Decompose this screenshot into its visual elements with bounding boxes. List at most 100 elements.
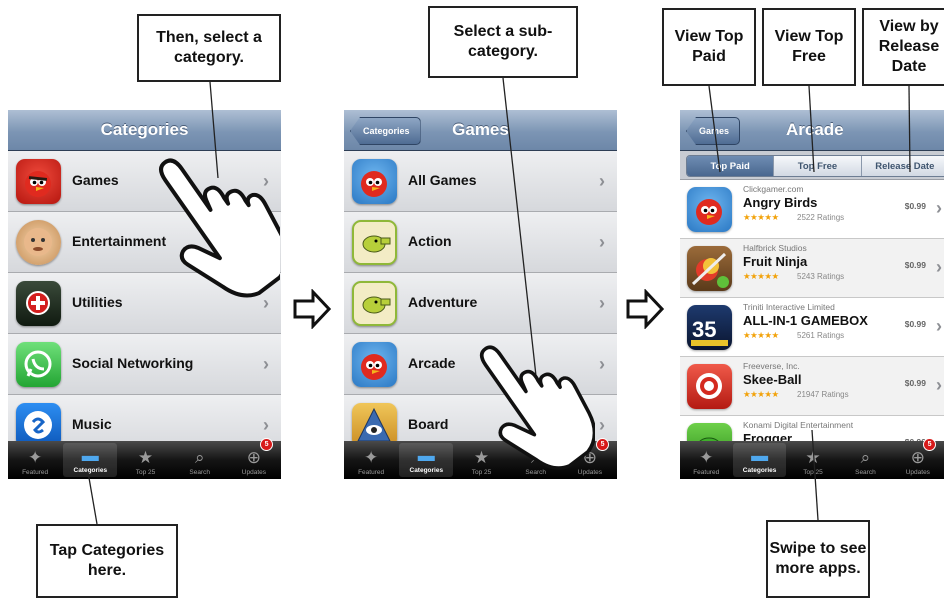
doodle-jump-icon	[352, 220, 397, 265]
skee-ball-app-icon	[687, 364, 732, 409]
pointing-hand-icon	[159, 158, 280, 298]
tab-label: Top 25	[803, 469, 823, 476]
chevron-right-icon: ›	[936, 198, 942, 218]
featured-icon: ✦	[27, 448, 43, 467]
tab-label: Categories	[409, 467, 444, 474]
screen-arcade: Games Arcade Top Paid Top Free Release D…	[680, 110, 944, 479]
updates-badge: 5	[260, 438, 274, 451]
segment-release-date[interactable]: Release Date	[861, 156, 944, 176]
tab-categories[interactable]: ▬ Categories	[399, 443, 454, 477]
tab-label: Search	[855, 469, 876, 476]
app-row-all-in-1-gamebox[interactable]: 35 Triniti Interactive Limited ALL-IN-1 …	[680, 298, 944, 357]
tab-label: Updates	[905, 469, 930, 476]
whatsapp-icon	[16, 342, 61, 387]
categories-tray-icon: ▬	[81, 446, 99, 465]
app-developer: Triniti Interactive Limited	[743, 302, 835, 312]
tab-label: Updates	[241, 469, 267, 476]
updates-badge: 5	[923, 438, 937, 451]
star-icon: ★	[805, 448, 821, 467]
category-row-social-networking[interactable]: Social Networking ›	[8, 334, 281, 395]
tab-featured[interactable]: ✦ Featured	[680, 441, 732, 479]
tab-label: Featured	[358, 469, 385, 476]
tab-updates[interactable]: ⊕ 5 Updates	[892, 438, 944, 479]
tab-bar: ✦ Featured ▬ Categories ★ Top 25 ⌕ Search ⊕5…	[8, 438, 281, 479]
featured-icon: ✦	[363, 448, 379, 467]
callout-select-category: Then, select a category.	[137, 14, 281, 82]
app-row-skee-ball[interactable]: Freeverse, Inc. Skee-Ball ★★★★★ 21947 Ra…	[680, 357, 944, 416]
tab-featured[interactable]: ✦ Featured	[8, 441, 62, 479]
app-price: $0.99	[904, 319, 926, 329]
app-developer: Freeverse, Inc.	[743, 361, 800, 371]
callout-view-top-paid: View Top Paid	[662, 8, 756, 86]
tab-categories[interactable]: ▬ Categories	[63, 443, 118, 477]
callout-select-subcategory: Select a sub-category.	[428, 6, 578, 78]
nav-title: Games	[452, 120, 509, 139]
row-label: Music	[72, 416, 112, 432]
back-button[interactable]: Categories	[350, 117, 421, 145]
navbar: Categories Games	[344, 110, 617, 151]
back-button[interactable]: Games	[686, 117, 741, 145]
chevron-right-icon: ›	[599, 293, 605, 313]
chevron-right-icon: ›	[599, 354, 605, 374]
ratings-count: 5243 Ratings	[797, 272, 845, 281]
app-row-angry-birds[interactable]: Clickgamer.com Angry Birds ★★★★★ 2522 Ra…	[680, 180, 944, 239]
tab-featured[interactable]: ✦ Featured	[344, 441, 398, 479]
categories-tray-icon: ▬	[751, 446, 769, 465]
download-icon: ⊕	[910, 448, 925, 467]
featured-icon: ✦	[699, 448, 714, 467]
app-price: $0.99	[904, 260, 926, 270]
subcategory-row-action[interactable]: Action ›	[344, 212, 617, 273]
segment-top-free[interactable]: Top Free	[774, 156, 862, 176]
tab-search[interactable]: ⌕ Search	[173, 441, 227, 479]
chevron-right-icon: ›	[599, 232, 605, 252]
angry-bird-icon	[352, 159, 397, 204]
fruit-ninja-app-icon	[687, 246, 732, 291]
rating-stars-icon: ★★★★★	[743, 389, 779, 399]
chevron-right-icon: ›	[263, 415, 269, 435]
chevron-right-icon: ›	[936, 375, 942, 395]
tab-updates[interactable]: ⊕ 5 Updates	[227, 438, 281, 479]
angry-bird-icon	[16, 159, 61, 204]
sort-segmented-control: Top Paid Top Free Release Date	[680, 151, 944, 180]
angry-bird-icon	[352, 342, 397, 387]
ratings-count: 2522 Ratings	[797, 213, 845, 222]
segment-top-paid[interactable]: Top Paid	[687, 156, 775, 176]
app-name: Fruit Ninja	[743, 254, 808, 269]
ratings-count: 21947 Ratings	[797, 390, 849, 399]
tab-label: Featured	[693, 469, 720, 476]
flow-arrow-right-icon	[293, 289, 331, 329]
search-icon: ⌕	[860, 448, 871, 467]
tab-categories[interactable]: ▬ Categories	[733, 443, 786, 477]
nav-title: Arcade	[786, 120, 844, 139]
star-icon: ★	[137, 448, 154, 467]
svg-text:35: 35	[692, 317, 716, 342]
app-name: ALL-IN-1 GAMEBOX	[743, 313, 868, 328]
app-name: Angry Birds	[743, 195, 818, 210]
app-price: $0.99	[904, 378, 926, 388]
utilities-icon	[16, 281, 61, 326]
app-row-fruit-ninja[interactable]: Halfbrick Studios Fruit Ninja ★★★★★ 5243…	[680, 239, 944, 298]
row-label: All Games	[408, 172, 477, 188]
callout-view-top-free: View Top Free	[762, 8, 856, 86]
app-developer: Halfbrick Studios	[743, 243, 807, 253]
rating-stars-icon: ★★★★★	[743, 212, 779, 222]
rating-stars-icon: ★★★★★	[743, 330, 779, 340]
tab-label: Categories	[742, 467, 777, 474]
tab-top-25[interactable]: ★ Top 25	[787, 441, 839, 479]
subcategory-row-all-games[interactable]: All Games ›	[344, 151, 617, 212]
tab-label: Search	[189, 469, 211, 476]
row-label: Games	[72, 172, 119, 188]
tab-top-25[interactable]: ★ Top 25	[118, 441, 172, 479]
pointing-hand-icon	[479, 345, 595, 470]
callout-swipe: Swipe to see more apps.	[766, 520, 870, 598]
app-price: $0.99	[904, 201, 926, 211]
row-label: Board	[408, 416, 449, 432]
tab-label: Categories	[73, 467, 108, 474]
tab-search[interactable]: ⌕ Search	[839, 441, 891, 479]
tab-label: Top 25	[135, 469, 156, 476]
app-developer: Konami Digital Entertainment	[743, 420, 854, 430]
callout-tap-categories: Tap Categories here.	[36, 524, 178, 598]
search-icon: ⌕	[194, 448, 205, 467]
navbar: Games Arcade	[680, 110, 944, 151]
app-list: Clickgamer.com Angry Birds ★★★★★ 2522 Ra…	[680, 180, 944, 475]
